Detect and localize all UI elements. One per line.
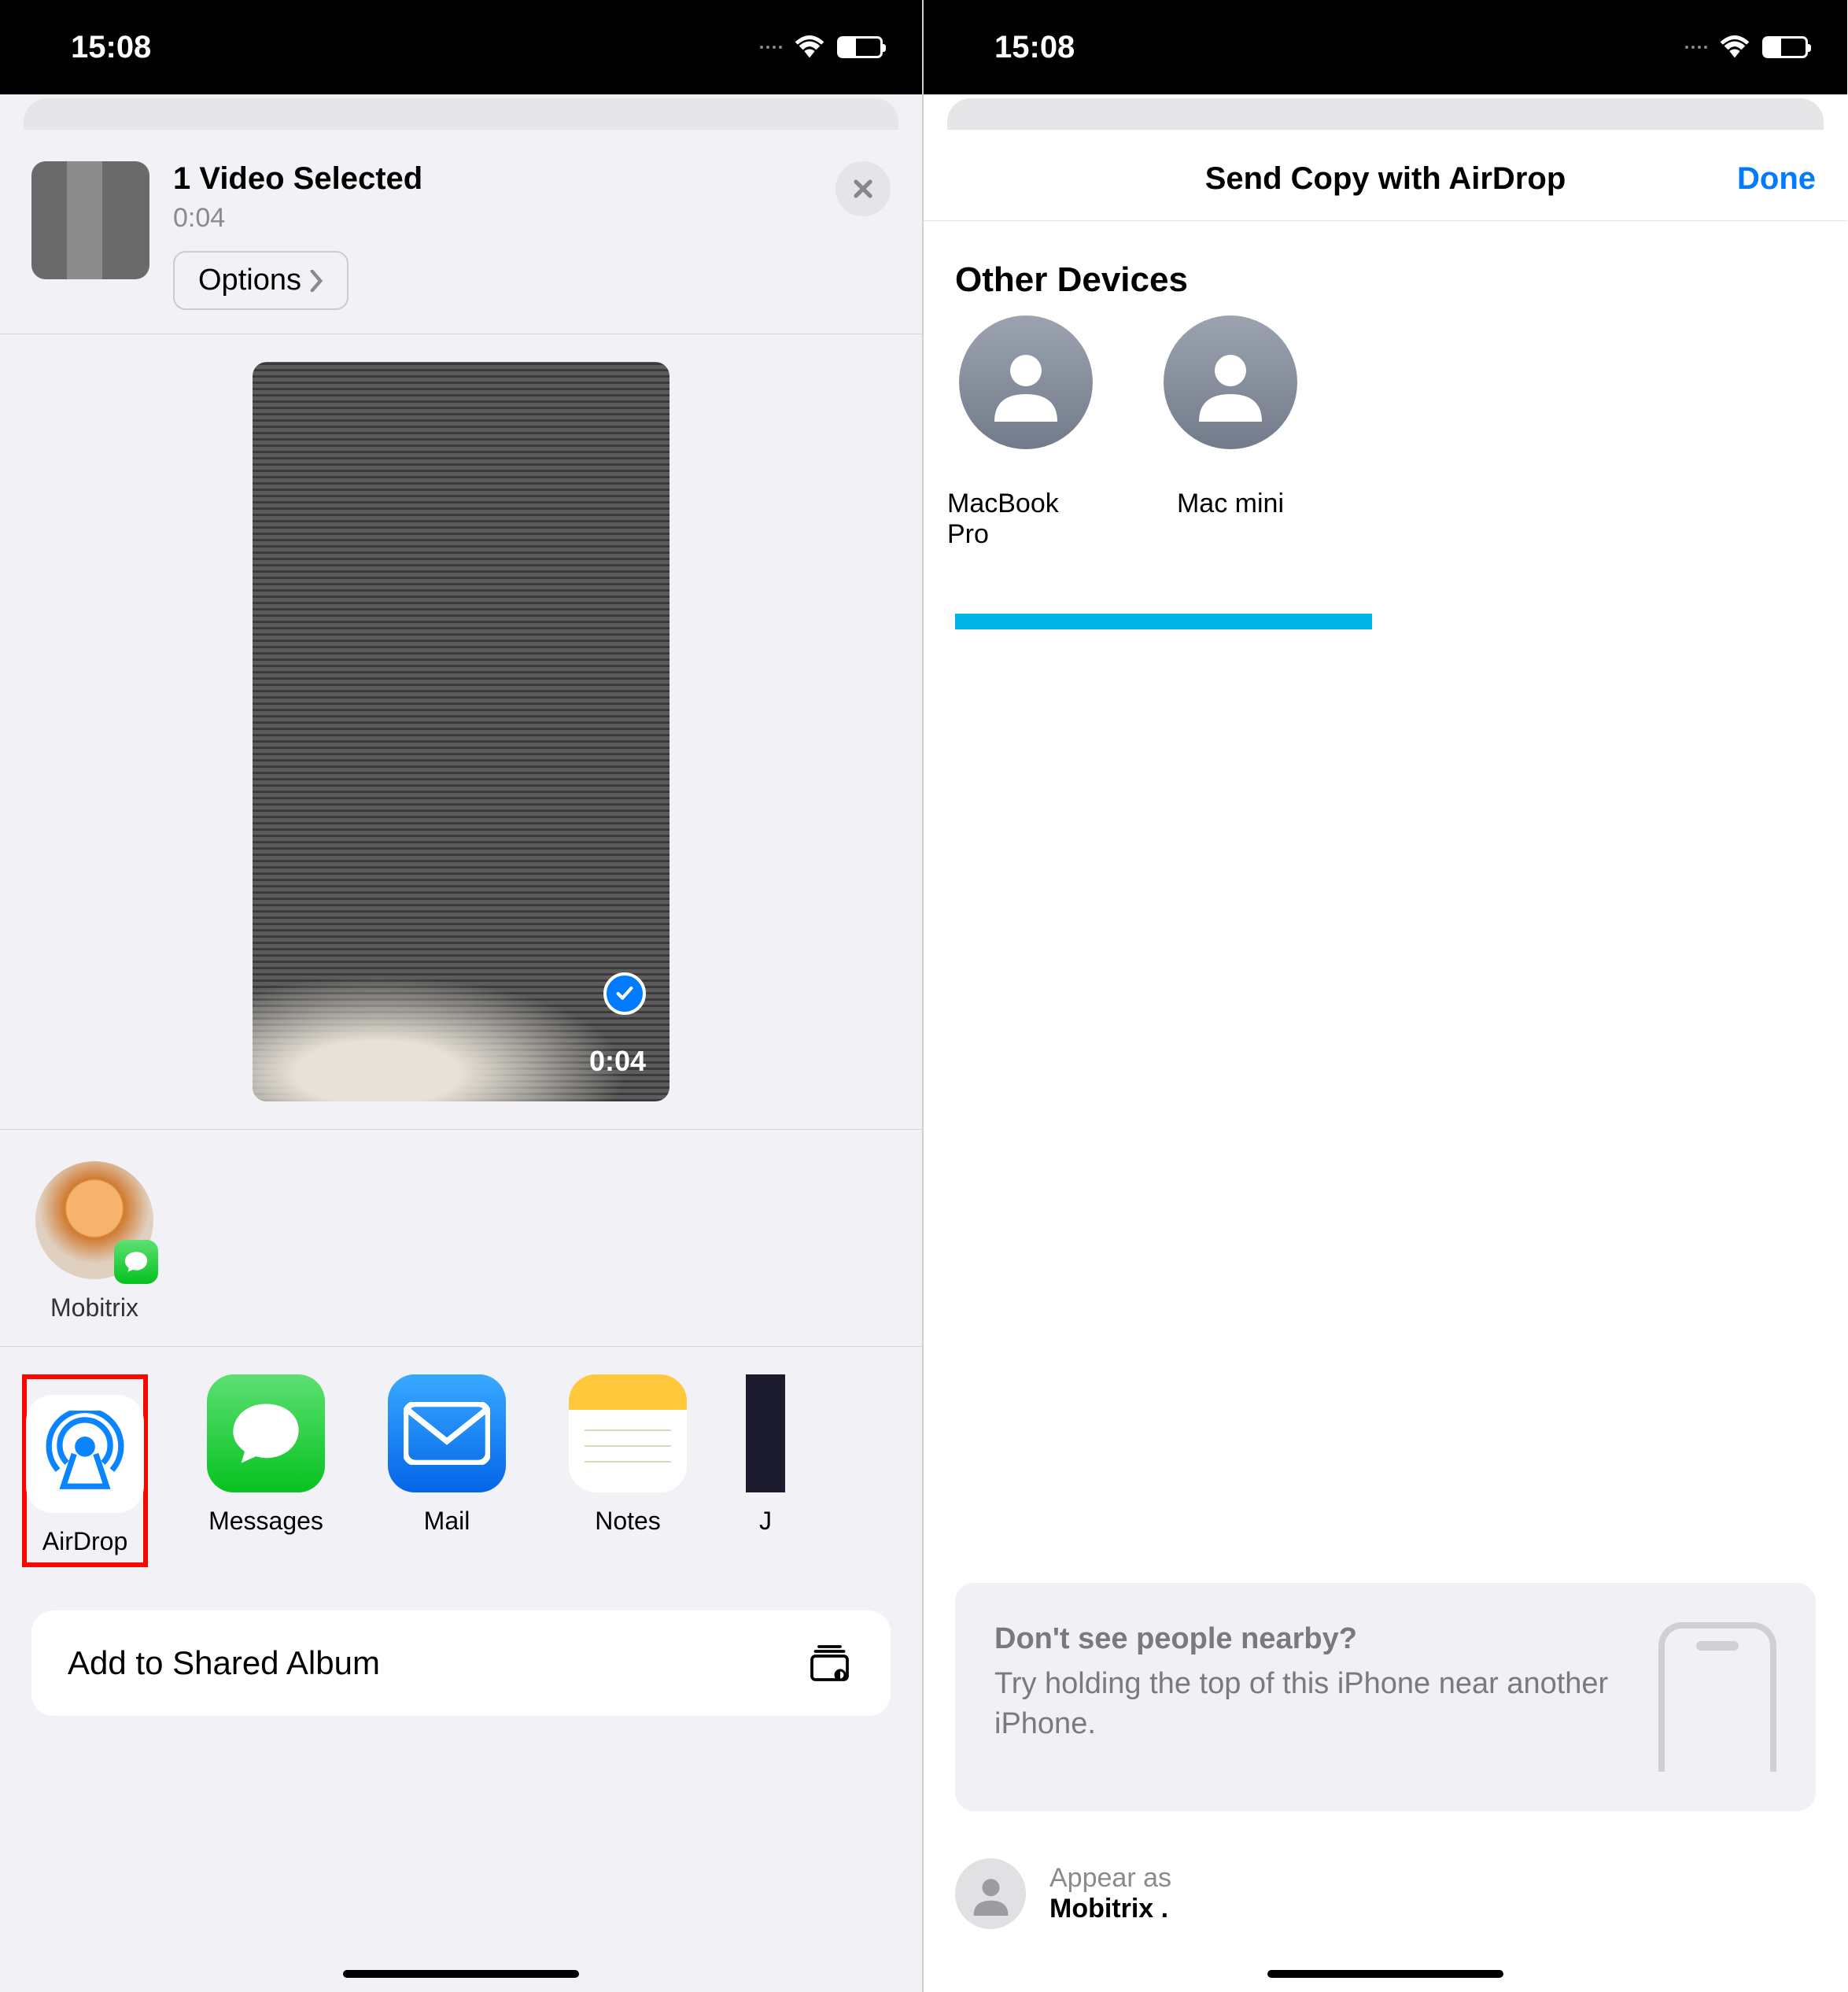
device-name: MacBook Pro — [947, 489, 1105, 550]
selection-check-icon — [603, 972, 646, 1015]
app-messages[interactable]: Messages — [203, 1374, 329, 1567]
video-preview[interactable]: 0:04 — [253, 362, 669, 1101]
contact-avatar — [35, 1161, 153, 1279]
wifi-icon — [1718, 35, 1751, 59]
app-notes[interactable]: Notes — [565, 1374, 691, 1567]
status-icons — [1685, 35, 1808, 59]
share-apps-row: AirDrop Messages Mail Notes J — [0, 1346, 922, 1587]
preview-section: 0:04 — [0, 334, 922, 1130]
airdrop-icon — [26, 1395, 144, 1513]
appear-as-name: Mobitrix . — [1049, 1894, 1171, 1924]
devices-row: MacBook Pro Mac mini — [924, 315, 1847, 550]
device-item[interactable]: MacBook Pro — [947, 315, 1105, 550]
airdrop-nav: Send Copy with AirDrop Done — [924, 130, 1847, 221]
suggested-contacts-row: Mobitrix — [0, 1130, 922, 1346]
status-time: 15:08 — [994, 30, 1075, 65]
nearby-hint-card: Don't see people nearby? Try holding the… — [955, 1583, 1816, 1811]
app-extra[interactable]: J — [746, 1374, 785, 1567]
status-icons — [760, 35, 883, 59]
person-icon — [1164, 315, 1297, 449]
messages-badge-icon — [114, 1240, 158, 1284]
contact-name: Mobitrix — [50, 1293, 138, 1322]
status-bar: 15:08 — [0, 0, 922, 94]
appear-as-row[interactable]: Appear as Mobitrix . — [955, 1858, 1816, 1929]
device-item[interactable]: Mac mini — [1152, 315, 1309, 550]
mail-icon — [388, 1374, 506, 1492]
share-duration: 0:04 — [173, 203, 812, 234]
home-indicator[interactable] — [1267, 1970, 1503, 1978]
airdrop-phone: 15:08 Send Copy with AirDrop Done Other … — [924, 0, 1847, 1992]
person-icon — [959, 315, 1093, 449]
selection-highlight — [955, 614, 1372, 629]
device-name: Mac mini — [1177, 489, 1284, 519]
contact-item[interactable]: Mobitrix — [31, 1161, 157, 1322]
share-title: 1 Video Selected — [173, 161, 812, 197]
person-icon — [955, 1858, 1026, 1929]
app-icon — [746, 1374, 785, 1492]
airdrop-sheet: Send Copy with AirDrop Done Other Device… — [924, 130, 1847, 1992]
close-button[interactable] — [835, 161, 891, 216]
status-time: 15:08 — [71, 30, 151, 65]
hint-title: Don't see people nearby? — [994, 1622, 1627, 1656]
share-sheet-phone: 15:08 1 Video Selected 0:04 Options — [0, 0, 924, 1992]
status-bar: 15:08 — [924, 0, 1847, 94]
selected-thumbnail — [31, 161, 149, 279]
app-mail[interactable]: Mail — [384, 1374, 510, 1567]
home-indicator[interactable] — [343, 1970, 579, 1978]
airdrop-title: Send Copy with AirDrop — [924, 161, 1847, 197]
hint-body: Try holding the top of this iPhone near … — [994, 1664, 1627, 1745]
share-header: 1 Video Selected 0:04 Options — [0, 130, 922, 334]
chevron-right-icon — [309, 270, 323, 292]
section-other-devices: Other Devices — [924, 221, 1847, 315]
appear-as-label: Appear as — [1049, 1863, 1171, 1894]
shared-album-icon — [807, 1643, 854, 1683]
video-duration: 0:04 — [589, 1045, 646, 1078]
battery-icon — [1762, 36, 1808, 58]
phone-illustration-icon — [1658, 1622, 1776, 1772]
options-button[interactable]: Options — [173, 251, 349, 310]
wifi-icon — [793, 35, 826, 59]
battery-icon — [837, 36, 883, 58]
done-button[interactable]: Done — [1737, 161, 1816, 197]
share-sheet: 1 Video Selected 0:04 Options 0:04 — [0, 130, 922, 1992]
notes-icon — [569, 1374, 687, 1492]
messages-icon — [207, 1374, 325, 1492]
app-airdrop[interactable]: AirDrop — [22, 1374, 148, 1567]
action-add-shared-album[interactable]: Add to Shared Album — [31, 1610, 891, 1716]
